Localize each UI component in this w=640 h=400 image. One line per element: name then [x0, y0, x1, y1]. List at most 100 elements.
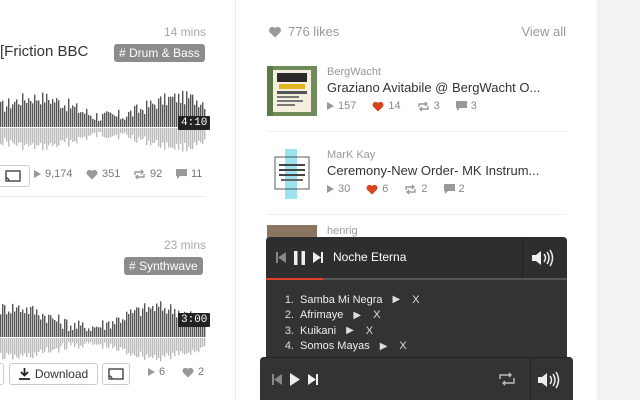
waveform-bar: [142, 109, 144, 127]
download-button[interactable]: Download: [9, 363, 98, 385]
queue-item-title[interactable]: Kuikani: [300, 325, 336, 337]
waveform-bar: [52, 318, 54, 337]
track-title[interactable]: [Friction BBC: [0, 43, 88, 60]
waveform-reflection-bar: [92, 128, 94, 134]
player-separator: [530, 358, 531, 400]
waveform-bar: [8, 311, 10, 337]
like-count[interactable]: 351: [86, 168, 120, 180]
liked-track-1[interactable]: BergWacht Graziano Avitabile @ BergWacht…: [267, 66, 567, 124]
waveform-bar: [120, 119, 122, 127]
comment-icon[interactable]: [443, 184, 455, 194]
repost-icon[interactable]: [404, 184, 417, 195]
track-title[interactable]: Graziano Avitabile @ BergWacht O...: [327, 80, 563, 95]
track-user[interactable]: henrig: [327, 225, 358, 237]
play-count-value: 157: [338, 100, 357, 112]
waveform-bar: [170, 304, 172, 337]
remove-icon[interactable]: X: [399, 340, 406, 352]
like-count[interactable]: 2: [182, 366, 204, 378]
waveform-reflection-bar: [178, 128, 180, 150]
waveform-reflection-bar: [176, 128, 178, 145]
repost-count[interactable]: 92: [133, 168, 162, 180]
now-playing-title[interactable]: Noche Eterna: [333, 250, 406, 264]
view-all-link[interactable]: View all: [521, 24, 566, 39]
waveform-reflection-bar: [42, 338, 44, 354]
queue-item[interactable]: 3. Kuikani ▶ X: [276, 323, 536, 339]
waveform-reflection-bar: [174, 128, 176, 150]
track-user[interactable]: MarK Kay: [327, 149, 375, 161]
repeat-icon[interactable]: [498, 372, 516, 386]
likes-count[interactable]: 776 likes: [268, 24, 339, 39]
play-icon[interactable]: ▶: [393, 294, 401, 305]
queue-item-title[interactable]: Somos Mayas: [300, 340, 370, 352]
queue-item[interactable]: 2. Afrimaye ▶ X: [276, 308, 536, 324]
waveform-reflection-bar: [56, 338, 58, 349]
track-user[interactable]: BergWacht: [327, 66, 381, 78]
track-artwork[interactable]: [267, 66, 317, 116]
remove-icon[interactable]: X: [366, 325, 373, 337]
comment-icon[interactable]: [455, 101, 467, 111]
cast-icon: [5, 170, 21, 182]
waveform-reflection-bar: [58, 128, 60, 146]
progress-bar[interactable]: [266, 278, 567, 280]
waveform-bar: [78, 112, 80, 127]
queue-item[interactable]: 4. Somos Mayas ▶ X: [276, 339, 536, 355]
remove-icon[interactable]: X: [412, 294, 419, 306]
waveform[interactable]: [0, 282, 206, 372]
heart-icon[interactable]: [366, 184, 378, 195]
waveform-bar: [48, 99, 50, 127]
waveform-reflection-bar: [92, 338, 94, 345]
comment-count[interactable]: 11: [176, 168, 202, 180]
heart-icon[interactable]: [372, 101, 384, 112]
play-icon[interactable]: [290, 373, 300, 386]
waveform-bar: [80, 112, 82, 127]
play-icon[interactable]: ▶: [380, 341, 388, 352]
more-button[interactable]: [0, 363, 4, 385]
prev-icon[interactable]: [276, 252, 286, 263]
waveform-bar: [26, 102, 28, 127]
waveform-reflection-bar: [72, 338, 74, 343]
queue-item[interactable]: 1. Samba Mi Negra ▶ X: [276, 292, 536, 308]
queue-item-title[interactable]: Afrimaye: [300, 309, 343, 321]
play-icon[interactable]: ▶: [353, 310, 361, 321]
pause-icon[interactable]: [294, 251, 305, 265]
volume-icon[interactable]: [532, 249, 558, 267]
genre-tag[interactable]: # Drum & Bass: [114, 44, 205, 62]
next-icon[interactable]: [313, 252, 323, 263]
waveform-reflection-bar: [128, 128, 130, 138]
prev-icon[interactable]: [272, 374, 282, 385]
repost-icon[interactable]: [417, 101, 430, 112]
track-title[interactable]: Ceremony-New Order- MK Instrum...: [327, 163, 563, 178]
waveform-bar: [48, 314, 50, 337]
waveform-bar: [116, 317, 118, 337]
waveform-bar: [34, 314, 36, 337]
waveform-reflection-bar: [190, 128, 192, 150]
play-icon[interactable]: ▶: [346, 325, 354, 336]
waveform-bar: [152, 306, 154, 337]
cast-button[interactable]: [0, 165, 30, 187]
cast-button[interactable]: [102, 363, 130, 385]
waveform-reflection-bar: [12, 128, 14, 143]
like-count-value: 14: [388, 100, 401, 112]
waveform-reflection-bar: [116, 128, 118, 135]
waveform-reflection-bar: [14, 128, 16, 145]
waveform-bar: [68, 331, 70, 337]
play-count: 9,174: [34, 168, 73, 180]
waveform[interactable]: [0, 72, 206, 162]
waveform-bar: [58, 314, 60, 337]
waveform-reflection-bar: [40, 128, 42, 143]
volume-icon[interactable]: [538, 371, 564, 389]
waveform-reflection-bar: [130, 338, 132, 356]
waveform-bar: [32, 103, 34, 127]
waveform-bar: [88, 114, 90, 127]
waveform-reflection-bar: [6, 128, 8, 142]
remove-icon[interactable]: X: [373, 309, 380, 321]
liked-track-2[interactable]: MarK Kay Ceremony-New Order- MK Instrum.…: [267, 149, 567, 207]
genre-tag[interactable]: # Synthwave: [124, 257, 203, 275]
next-icon[interactable]: [308, 374, 318, 385]
queue-item-title[interactable]: Samba Mi Negra: [300, 294, 383, 306]
track-artwork[interactable]: [267, 149, 317, 199]
waveform-reflection-bar: [124, 338, 126, 349]
waveform-bar: [94, 119, 96, 127]
waveform-reflection-bar: [154, 128, 156, 143]
waveform-reflection-bar: [196, 338, 198, 352]
